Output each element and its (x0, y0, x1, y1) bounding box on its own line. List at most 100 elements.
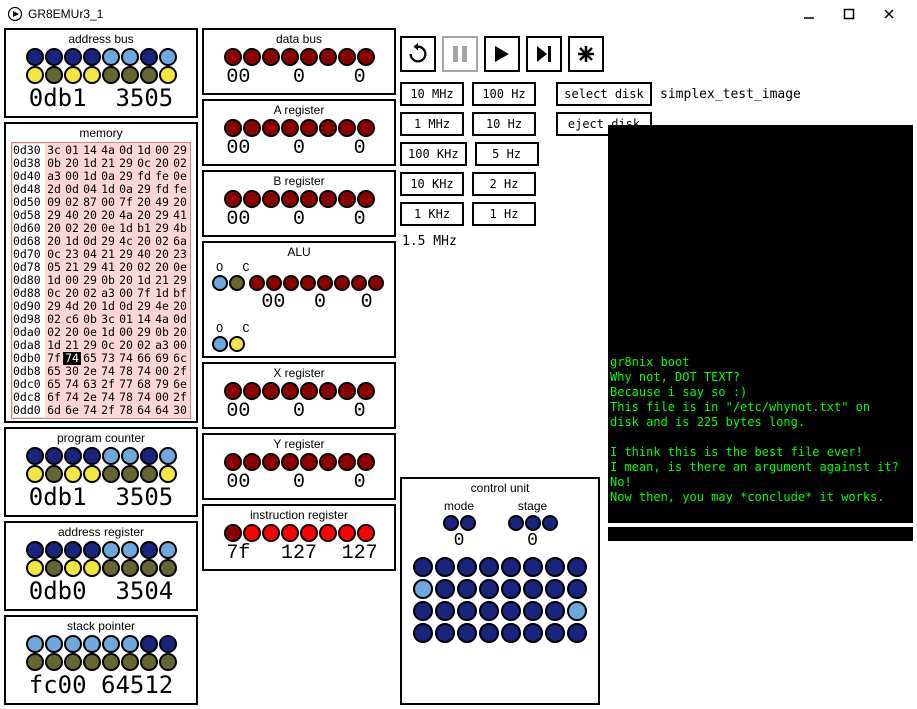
titlebar: GR8EMUr3_1 (0, 0, 917, 28)
led-icon (45, 541, 63, 559)
led-icon (479, 579, 499, 599)
led-icon (121, 465, 139, 483)
led-icon (300, 48, 318, 66)
led-icon (102, 559, 120, 577)
led-icon (523, 557, 543, 577)
play-button[interactable] (484, 36, 520, 72)
instruction-register-panel: instruction register 7f127127 (202, 504, 396, 571)
led-icon (457, 557, 477, 577)
led-icon (435, 579, 455, 599)
led-icon (281, 48, 299, 66)
led-icon (45, 48, 63, 66)
memory-cell: 74 (81, 404, 99, 417)
led-icon (83, 66, 101, 84)
led-icon (319, 119, 337, 137)
led-icon (102, 541, 120, 559)
led-icon (83, 447, 101, 465)
led-icon (45, 447, 63, 465)
memory-panel: memory 0d303c01144a0d1d00290d380b201d212… (4, 122, 198, 423)
stack-pointer-panel: stack pointer fc00 64512 (4, 615, 198, 705)
memory-table: 0d303c01144a0d1d00290d380b201d21290c2002… (11, 142, 191, 419)
led-icon (300, 275, 316, 291)
led-icon (281, 382, 299, 400)
minimize-button[interactable] (789, 4, 829, 24)
led-icon (224, 190, 242, 208)
led-icon (262, 119, 280, 137)
led-icon (281, 524, 299, 542)
pause-button[interactable] (442, 36, 478, 72)
memory-title: memory (79, 126, 122, 140)
led-icon (435, 557, 455, 577)
led-icon (523, 579, 543, 599)
led-icon (159, 559, 177, 577)
led-icon (300, 524, 318, 542)
led-icon (224, 48, 242, 66)
led-icon (479, 557, 499, 577)
led-icon (45, 465, 63, 483)
disk-name-label: simplex_test_image (660, 87, 801, 102)
step-button[interactable] (526, 36, 562, 72)
memory-cell: 6d (45, 404, 63, 417)
a-register-panel: A register 0000 (202, 99, 396, 166)
led-icon (140, 447, 158, 465)
led-icon (319, 453, 337, 471)
led-icon (479, 623, 499, 643)
reset-button[interactable] (400, 36, 436, 72)
led-icon (121, 541, 139, 559)
led-icon (159, 447, 177, 465)
memory-cell: 6e (63, 404, 81, 417)
led-icon (283, 275, 299, 291)
led-icon (83, 653, 101, 671)
emulator-toolbar (400, 36, 913, 72)
led-icon (338, 453, 356, 471)
led-icon (368, 275, 384, 291)
led-icon (212, 275, 228, 291)
led-icon (542, 515, 558, 531)
led-icon (501, 623, 521, 643)
led-icon (319, 382, 337, 400)
close-button[interactable] (869, 4, 909, 24)
memory-cell: 30 (171, 404, 189, 417)
led-icon (102, 48, 120, 66)
led-icon (64, 447, 82, 465)
led-icon (567, 601, 587, 621)
memory-row: 0dd06d6e742f78646430 (13, 404, 189, 417)
led-icon (243, 453, 261, 471)
memory-address: 0dd0 (13, 404, 45, 417)
led-icon (26, 447, 44, 465)
led-icon (545, 601, 565, 621)
led-icon (351, 275, 367, 291)
freq-100hz-button[interactable]: 100 Hz (472, 82, 536, 106)
led-icon (140, 541, 158, 559)
y-register-panel: Y register 0000 (202, 433, 396, 500)
led-icon (525, 515, 541, 531)
led-icon (140, 465, 158, 483)
led-icon (224, 524, 242, 542)
led-icon (121, 48, 139, 66)
break-button[interactable] (568, 36, 604, 72)
b-register-panel: B register 0000 (202, 170, 396, 237)
led-icon (243, 190, 261, 208)
led-icon (545, 557, 565, 577)
led-icon (26, 559, 44, 577)
led-icon (212, 336, 228, 352)
memory-cell: 2f (99, 404, 117, 417)
led-icon (300, 119, 318, 137)
led-icon (64, 541, 82, 559)
led-icon (523, 623, 543, 643)
led-icon (83, 635, 101, 653)
led-icon (300, 453, 318, 471)
terminal-screen[interactable]: gr8nix boot Why not, DOT TEXT? Because i… (608, 125, 913, 541)
led-icon (457, 623, 477, 643)
led-icon (435, 623, 455, 643)
led-icon (102, 465, 120, 483)
address-bus-value: 0db1 3505 (29, 84, 174, 112)
led-icon (224, 119, 242, 137)
led-icon (64, 635, 82, 653)
select-disk-button[interactable]: select disk (556, 82, 652, 106)
freq-10mhz-button[interactable]: 10 MHz (400, 82, 464, 106)
maximize-button[interactable] (829, 4, 869, 24)
led-icon (249, 275, 265, 291)
led-icon (338, 48, 356, 66)
led-icon (121, 559, 139, 577)
